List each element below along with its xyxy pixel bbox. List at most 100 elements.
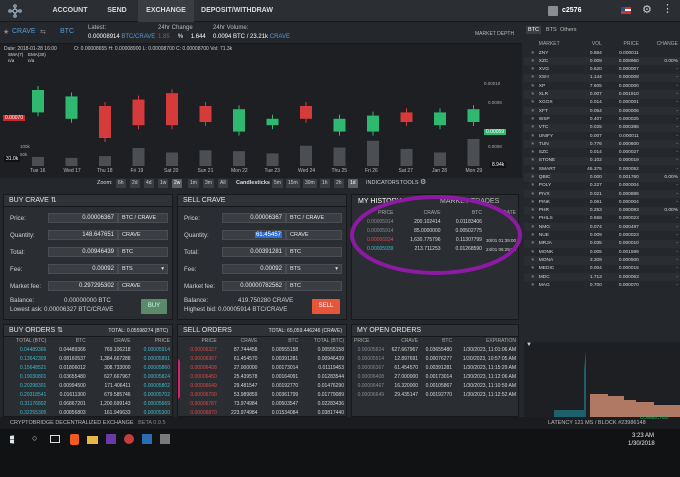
market-row[interactable]: ★ STONE 0.102 0.000019 - [524,156,680,166]
market-row[interactable]: ★ WSP 0.407 0.000025 - [524,115,680,123]
pair-quote[interactable]: BTC [60,28,74,35]
table-row[interactable]: 0.00006367 61.454570 0.00391281 1/30/2023, … [352,364,518,373]
table-row[interactable]: 0.00006649 29.435147 0.00192770 1/30/2023, … [352,390,518,399]
table-row[interactable]: 0.00006408 27.000000 0.00173014 0.01119453 [178,364,346,373]
favorite-star-icon[interactable]: ★ [524,107,537,115]
favorite-star-icon[interactable]: ★ [524,215,537,223]
task-view-icon[interactable] [50,435,60,443]
table-row[interactable]: 0.32255305 0.00856803 161.949633 0.00005300 [4,408,172,416]
favorite-star-icon[interactable]: ★ [524,190,537,198]
favorite-star-icon[interactable]: ★ [524,74,537,82]
favorite-star-icon[interactable]: ★ [524,140,537,148]
favorite-star-icon[interactable]: ★ [524,49,537,57]
favorite-star-icon[interactable]: ★ [3,28,9,36]
indicators-menu[interactable]: INDICATORS [366,180,399,186]
market-row[interactable]: ★ NMG 0.074 0.000497 - [524,223,680,232]
table-row[interactable]: 0.00006367 61.454570 0.00391281 0.00946439 [178,355,346,364]
nav-exchange[interactable]: EXCHANGE [138,0,194,22]
user-icon[interactable] [548,6,558,16]
favorite-star-icon[interactable]: ★ [524,265,537,273]
zoom-all[interactable]: All [218,179,228,188]
brave-icon[interactable] [70,434,79,445]
settings-gear-icon[interactable]: ⚙ [642,3,652,16]
pair-base[interactable]: CRAVE [12,28,36,35]
table-row[interactable]: 0.13642309 0.08160537 1,384.667288 0.000058… [4,355,172,364]
table-row[interactable]: 0.00006327 87.744458 0.00555158 0.00555158 [178,346,346,355]
favorite-star-icon[interactable]: ★ [524,132,537,140]
menu-icon[interactable]: ⋮ [662,2,673,15]
buy-fee-select[interactable]: BTS ▾ [118,264,168,274]
market-row[interactable]: ★ MEDIC 0.004 0.000015 - [524,265,680,273]
table-row[interactable]: 0.29318541 0.01611300 679.585746 0.00005702 [4,390,172,399]
candlesticks-toggle[interactable]: Candlesticks [236,180,270,186]
market-row[interactable]: ★ TUN 0.776 0.000600 - [524,140,680,149]
favorite-star-icon[interactable]: ★ [524,256,537,264]
tab-bts[interactable]: BTS [546,27,557,33]
favorite-star-icon[interactable]: ★ [524,124,537,132]
table-row[interactable]: 0.00006450 25.439578 0.00164091 0.01283544 [178,373,346,382]
app-icon-2[interactable] [124,434,134,444]
zoom-6h[interactable]: 6h [116,179,126,188]
sell-highest-value[interactable]: 0.00005914 BTC/CRAVE [218,306,287,313]
explorer-icon[interactable] [87,436,98,444]
favorite-star-icon[interactable]: ★ [524,65,537,73]
sell-total-input[interactable]: 0.00391281 [222,247,286,257]
buy-fee-input[interactable]: 0.00092 [48,264,118,274]
market-row[interactable]: ★ XVG 0.620 0.000007 - [524,65,680,73]
period-15m[interactable]: 15m [286,179,300,188]
market-row[interactable]: ★ NUE 0.009 0.000023 - [524,231,680,239]
market-row[interactable]: ★ XZC 0.009 0.008960 0.00% [524,57,680,66]
nav-deposit-withdraw[interactable]: DEPOSIT/WITHDRAW [196,0,278,22]
sell-qty-input[interactable]: 61.45457 [222,230,286,240]
flag-icon[interactable] [621,7,631,14]
sell-balance-value[interactable]: 419.750280 CRAVE [238,297,293,304]
nav-send[interactable]: SEND [100,0,134,22]
market-row[interactable]: ★ MONA 3.309 0.000500 - [524,256,680,265]
favorite-star-icon[interactable]: ★ [524,82,537,90]
buy-qty-input[interactable]: 148.647651 [48,230,118,240]
table-row[interactable]: 0.00006700 53.989859 0.00361799 0.01779089 [178,390,346,399]
buy-balance-value[interactable]: 0.00000000 BTC [64,297,111,304]
tools-menu[interactable]: TOOLS [400,180,419,186]
sell-fee-select[interactable]: BTS ▾ [286,264,342,274]
table-row[interactable]: 0.00006467 16.320000 0.00105867 1/30/2023, … [352,381,518,390]
favorite-star-icon[interactable]: ★ [524,90,537,98]
favorite-star-icon[interactable]: ★ [524,182,537,190]
buy-button[interactable]: BUY [141,299,167,314]
zoom-2w[interactable]: 2w [172,179,183,188]
period-2h[interactable]: 2h [334,179,344,188]
favorite-star-icon[interactable]: ★ [524,57,537,65]
zoom-2d[interactable]: 2d [130,179,140,188]
market-row[interactable]: ★ XSH 1.144 0.000008 - [524,73,680,83]
table-row[interactable]: 0.31176802 0.06867201 1,200.699143 0.000056… [4,399,172,408]
swap-icon[interactable]: ⇅ [51,197,57,204]
chart-settings-gear-icon[interactable]: ⚙ [420,178,426,186]
favorite-star-icon[interactable]: ★ [524,240,537,248]
favorite-star-icon[interactable]: ★ [524,273,537,281]
table-row[interactable]: 0.00006870 223.974984 0.01534084 0.03817440 [178,408,346,416]
favorite-star-icon[interactable]: ★ [524,115,537,123]
favorite-star-icon[interactable]: ★ [524,148,537,156]
favorite-star-icon[interactable]: ★ [524,281,537,289]
market-row[interactable]: ★ XGOX 0.014 0.000001 - [524,99,680,107]
market-depth-link[interactable]: MARKET DEPTH [475,31,514,37]
sell-price-input[interactable]: 0.00006367 [222,213,286,223]
tab-others[interactable]: Others [560,27,577,33]
table-row[interactable]: 0.20298301 0.00994500 171.406411 0.00005802 [4,381,172,390]
market-row[interactable]: ★ PINK 0.061 0.000004 - [524,198,680,206]
table-row[interactable]: 0.00006787 73.974984 0.00503547 0.02283436 [178,399,346,408]
market-row[interactable]: ★ SZC 0.014 0.000027 - [524,148,680,156]
nav-account[interactable]: ACCOUNT [44,0,96,22]
search-icon[interactable]: ○ [32,433,37,443]
favorite-star-icon[interactable]: ★ [524,231,537,239]
favorite-star-icon[interactable]: ★ [524,223,537,231]
market-row[interactable]: ★ XFT 0.054 0.000006 - [524,106,680,116]
market-row[interactable]: ★ MAG 0.700 0.000070 - [524,281,680,289]
period-1d[interactable]: 1d [348,179,358,188]
market-row[interactable]: ★ MDC 1.713 0.000063 - [524,272,680,282]
zoom-4d[interactable]: 4d [144,179,154,188]
table-row[interactable]: 0.19030801 0.03655480 627.667967 0.00005824 [4,373,172,382]
market-row[interactable]: ★ PIVX 0.021 0.000886 - [524,189,680,199]
app-icon-3[interactable] [142,434,152,444]
price-chart[interactable]: Date: 2018-01-28 16:00 O: 0.00008655 H: … [0,44,522,190]
